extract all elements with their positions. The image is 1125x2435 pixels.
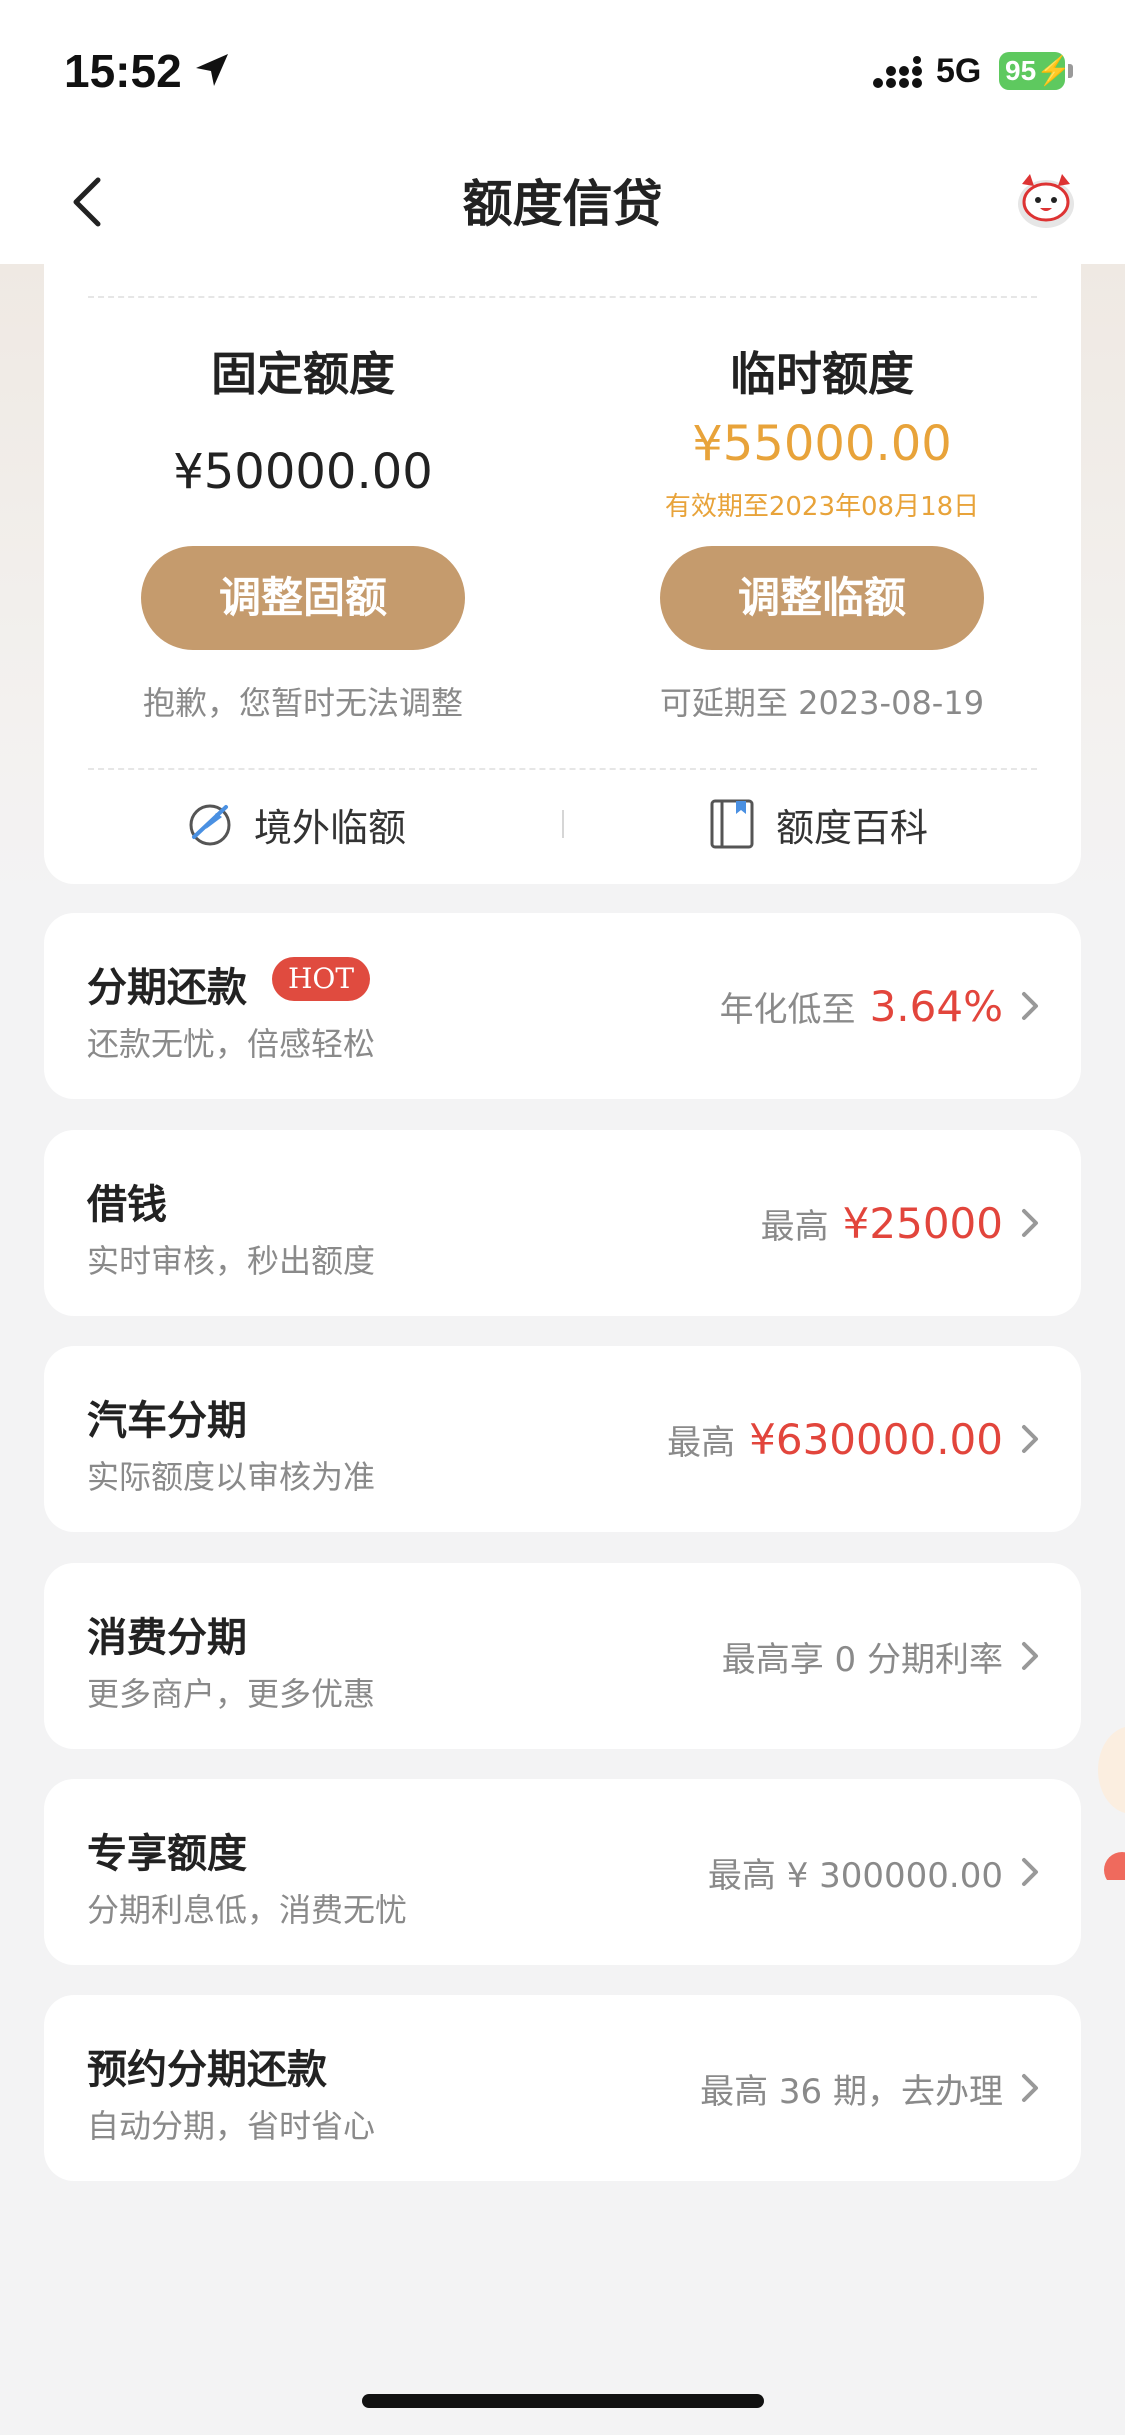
- max-label: 最高: [667, 1422, 736, 1463]
- fixed-limit-title: 固定额度: [211, 347, 395, 401]
- overseas-plane-icon: [189, 804, 231, 846]
- divider: [562, 810, 564, 838]
- chevron-right-icon: [1022, 1425, 1038, 1453]
- card-title: 消费分期: [87, 1615, 247, 1661]
- card-subtitle: 实时审核，秒出额度: [87, 1242, 376, 1280]
- card-title: 汽车分期: [87, 1398, 247, 1444]
- card-subtitle: 还款无忧，倍感轻松: [87, 1025, 376, 1063]
- right-text: 最高 ¥ 300000.00: [707, 1855, 1003, 1896]
- card-subtitle: 实际额度以审核为准: [87, 1458, 376, 1496]
- temporary-limit-note: 可延期至 2023-08-19: [659, 684, 985, 722]
- temporary-limit-amount: ¥55000.00: [692, 416, 952, 472]
- adjust-temporary-limit-button[interactable]: 调整临额: [660, 546, 984, 650]
- card-right-info: 最高享 0 分期利率: [722, 1563, 1003, 1749]
- card-right-info: 最高 36 期，去办理: [700, 1995, 1003, 2181]
- battery-icon: 95⚡: [999, 52, 1073, 90]
- exclusive-limit-card[interactable]: 专享额度 分期利息低，消费无忧 最高 ¥ 300000.00: [44, 1779, 1081, 1965]
- chevron-right-icon: [1022, 1209, 1038, 1237]
- max-value: ¥630000.00: [749, 1414, 1003, 1464]
- borrow-money-card[interactable]: 借钱 实时审核，秒出额度 最高 ¥25000: [44, 1130, 1081, 1316]
- book-icon: [710, 799, 754, 849]
- chevron-right-icon: [1022, 1858, 1038, 1886]
- card-subtitle: 更多商户，更多优惠: [87, 1675, 376, 1713]
- fixed-limit-note: 抱歉，您暂时无法调整: [142, 684, 463, 722]
- scheduled-installment-card[interactable]: 预约分期还款 自动分期，省时省心 最高 36 期，去办理: [44, 1995, 1081, 2181]
- temporary-limit-validity: 有效期至2023年08月18日: [664, 492, 980, 522]
- limit-links: 境外临额 额度百科: [44, 764, 1081, 884]
- right-text: 最高 36 期，去办理: [700, 2071, 1003, 2112]
- credit-limit-card: 固定额度 ¥50000.00 调整固额 抱歉，您暂时无法调整 临时额度 ¥550…: [44, 264, 1081, 884]
- adjust-fixed-limit-button[interactable]: 调整固额: [141, 546, 465, 650]
- location-arrow-icon: [196, 54, 228, 86]
- mascot-icon[interactable]: [1012, 166, 1080, 234]
- installment-repayment-card[interactable]: 分期还款 HOT 还款无忧，倍感轻松 年化低至 3.64%: [44, 913, 1081, 1099]
- chevron-right-icon: [1022, 992, 1038, 1020]
- card-right-info: 年化低至 3.64%: [720, 913, 1003, 1099]
- limit-wiki-link[interactable]: 额度百科: [708, 764, 928, 884]
- temporary-limit-title: 临时额度: [730, 347, 914, 401]
- status-time: 15:52: [64, 45, 182, 97]
- card-subtitle: 自动分期，省时省心: [87, 2107, 376, 2145]
- divider: [88, 296, 1037, 298]
- right-text: 最高享 0 分期利率: [721, 1639, 1003, 1680]
- rate-label: 年化低至: [719, 989, 856, 1030]
- card-title: 专享额度: [87, 1831, 247, 1877]
- page-title: 额度信贷: [462, 175, 663, 233]
- chevron-right-icon: [1022, 1642, 1038, 1670]
- card-right-info: 最高 ¥ 300000.00: [708, 1779, 1003, 1965]
- card-right-info: 最高 ¥25000: [761, 1130, 1003, 1316]
- overseas-limit-link[interactable]: 境外临额: [186, 764, 406, 884]
- status-bar: 15:52 5G 95⚡: [0, 0, 1125, 140]
- card-title: 借钱: [87, 1182, 167, 1228]
- consumer-installment-card[interactable]: 消费分期 更多商户，更多优惠 最高享 0 分期利率: [44, 1563, 1081, 1749]
- card-subtitle: 分期利息低，消费无忧: [87, 1891, 408, 1929]
- limit-wiki-label: 额度百科: [776, 805, 929, 850]
- card-title: 预约分期还款: [87, 2047, 327, 2093]
- nav-bar: 额度信贷: [0, 140, 1125, 264]
- max-label: 最高: [760, 1206, 829, 1247]
- card-title: 分期还款: [87, 965, 247, 1011]
- network-label: 5G: [936, 52, 982, 90]
- overseas-limit-label: 境外临额: [254, 805, 407, 850]
- car-installment-card[interactable]: 汽车分期 实际额度以审核为准 最高 ¥630000.00: [44, 1346, 1081, 1532]
- floating-promo-icon[interactable]: [1092, 1720, 1125, 1880]
- signal-icon: [873, 56, 922, 88]
- battery-level: 95⚡: [999, 52, 1071, 90]
- rate-value: 3.64%: [869, 981, 1003, 1031]
- fixed-limit-amount: ¥50000.00: [173, 444, 433, 500]
- max-value: ¥25000: [842, 1198, 1003, 1248]
- home-indicator[interactable]: [362, 2394, 764, 2408]
- hot-badge: HOT: [272, 957, 371, 1001]
- card-right-info: 最高 ¥630000.00: [667, 1346, 1003, 1532]
- chevron-right-icon: [1022, 2074, 1038, 2102]
